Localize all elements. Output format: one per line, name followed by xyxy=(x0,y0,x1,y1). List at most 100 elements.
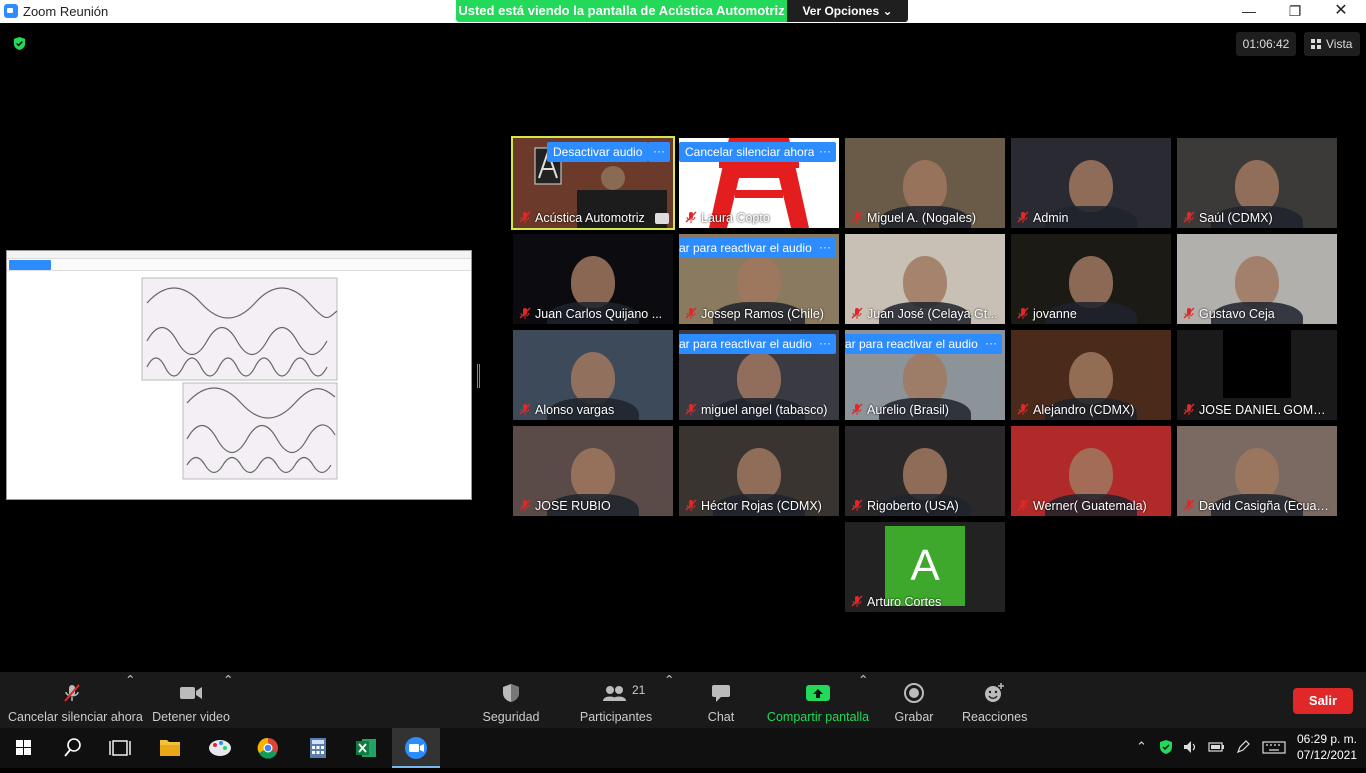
participant-silhouette xyxy=(737,448,781,500)
start-button[interactable] xyxy=(0,728,48,768)
participant-name: Alonso vargas xyxy=(535,403,615,417)
participant-tile-laura-copto[interactable]: Cancelar silenciar ahora ··· Laura Copto xyxy=(679,138,839,228)
chrome-taskbar-button[interactable] xyxy=(244,728,292,768)
calculator-taskbar-button[interactable] xyxy=(294,728,342,768)
participant-silhouette xyxy=(1235,160,1279,212)
participant-tile-miguel-angel-tabasco[interactable]: ar para reactivar el audio ··· miguel ange… xyxy=(679,330,839,420)
participant-tile-juan-carlos-quijano[interactable]: Juan Carlos Quijano ... xyxy=(513,234,673,324)
tile-audio-action-button[interactable]: ar para reactivar el audio xyxy=(679,334,818,354)
record-label: Grabar xyxy=(894,710,934,724)
reactions-button[interactable]: Reacciones xyxy=(962,672,1027,728)
participant-tile-jossep-ramos-chile[interactable]: ar para reactivar el audio ··· Jossep Ramo… xyxy=(679,234,839,324)
folder-icon xyxy=(160,740,180,756)
paint-taskbar-button[interactable] xyxy=(196,728,244,768)
participant-tile-werner-guatemala[interactable]: Werner( Guatemala) xyxy=(1011,426,1171,516)
window-title: Zoom Reunión xyxy=(23,4,109,19)
video-options-chevron-icon[interactable]: ⌃ xyxy=(223,672,233,687)
record-button[interactable]: Grabar xyxy=(892,672,936,728)
tile-more-options-button[interactable]: ··· xyxy=(980,334,1002,354)
participant-silhouette xyxy=(1069,352,1113,404)
security-button[interactable]: Seguridad xyxy=(480,672,542,728)
tile-more-options-button[interactable]: ··· xyxy=(648,142,670,162)
security-shield-icon xyxy=(503,684,519,702)
show-hidden-icons-chevron-icon[interactable]: ⌃ xyxy=(1136,739,1147,755)
participant-silhouette xyxy=(903,256,947,308)
participant-silhouette xyxy=(1069,256,1113,308)
shared-screen[interactable] xyxy=(6,250,472,500)
search-taskbar-button[interactable] xyxy=(48,728,96,768)
participant-avatar: A xyxy=(885,526,965,606)
participant-tile-gustavo-ceja[interactable]: Gustavo Ceja xyxy=(1177,234,1337,324)
chevron-down-icon: ⌄ xyxy=(882,4,893,18)
share-screen-button[interactable]: Compartir pantalla xyxy=(764,672,872,728)
grid-view-icon xyxy=(1311,39,1321,49)
audio-options-chevron-icon[interactable]: ⌃ xyxy=(125,672,135,687)
participant-tile-acustica-automotriz[interactable]: Desactivar audio ··· Acústica Automotriz xyxy=(511,136,675,230)
participant-tile-jose-daniel-gomez[interactable]: JOSE DANIEL GOMEZ... xyxy=(1177,330,1337,420)
battery-icon[interactable] xyxy=(1207,739,1225,755)
zoom-app-icon xyxy=(4,4,18,18)
view-label: Vista xyxy=(1326,37,1353,51)
participant-tile-jose-rubio[interactable]: JOSE RUBIO xyxy=(513,426,673,516)
participant-name: miguel angel (tabasco) xyxy=(701,403,828,417)
tile-more-options-button[interactable]: ··· xyxy=(814,142,836,162)
participant-tile-alonso-vargas[interactable]: Alonso vargas xyxy=(513,330,673,420)
participant-tile-hector-rojas-cdmx[interactable]: Héctor Rojas (CDMX) xyxy=(679,426,839,516)
muted-mic-icon xyxy=(64,684,80,702)
participant-name: Héctor Rojas (CDMX) xyxy=(701,499,822,513)
participant-tile-arturo-cortes[interactable]: A Arturo Cortes xyxy=(845,522,1005,612)
share-banner-message: Usted está viendo la pantalla de Acústic… xyxy=(456,0,787,22)
calculator-icon xyxy=(310,738,326,758)
share-options-chevron-icon[interactable]: ⌃ xyxy=(858,672,868,687)
windows-logo-icon xyxy=(16,740,31,755)
chat-button[interactable]: Chat xyxy=(700,672,742,728)
leave-meeting-button[interactable]: Salir xyxy=(1293,688,1353,714)
tile-audio-action-button[interactable]: ar para reactivar el audio xyxy=(679,238,818,258)
participant-tile-jovanne[interactable]: jovanne xyxy=(1011,234,1171,324)
participant-tile-alejandro-cdmx[interactable]: Alejandro (CDMX) xyxy=(1011,330,1171,420)
task-view-button[interactable] xyxy=(96,728,144,768)
share-banner: Usted está viendo la pantalla de Acústic… xyxy=(456,0,908,22)
zoom-taskbar-button[interactable] xyxy=(392,728,440,768)
participant-name: Acústica Automotriz xyxy=(535,211,645,225)
participant-tile-miguel-a-nogales[interactable]: Miguel A. (Nogales) xyxy=(845,138,1005,228)
participant-silhouette xyxy=(1235,256,1279,308)
tile-audio-action-button[interactable]: Desactivar audio xyxy=(547,142,649,162)
defender-shield-icon[interactable] xyxy=(1159,739,1173,755)
tile-audio-action-button[interactable]: Cancelar silenciar ahora xyxy=(679,142,821,162)
stop-video-button[interactable]: Detener video xyxy=(148,672,234,728)
view-options-button[interactable]: Ver Opciones ⌄ xyxy=(787,0,908,22)
panel-splitter-handle[interactable] xyxy=(477,364,480,388)
tile-audio-action-button[interactable]: ar para reactivar el audio xyxy=(845,334,984,354)
paint-palette-icon xyxy=(209,740,231,756)
volume-icon[interactable] xyxy=(1182,739,1198,755)
system-clock[interactable]: 06:29 p. m. 07/12/2021 xyxy=(1292,731,1362,763)
touch-keyboard-icon[interactable] xyxy=(1262,739,1286,755)
share-screen-icon xyxy=(806,685,830,701)
participant-tile-aurelio-brasil[interactable]: ar para reactivar el audio ··· Aurelio (Br… xyxy=(845,330,1005,420)
tile-more-options-button[interactable]: ··· xyxy=(814,334,836,354)
participant-video-off xyxy=(1223,330,1291,398)
excel-taskbar-button[interactable] xyxy=(342,728,390,768)
unmute-button[interactable]: Cancelar silenciar ahora xyxy=(8,672,143,728)
minimize-button[interactable]: — xyxy=(1226,0,1272,23)
clock-date: 07/12/2021 xyxy=(1296,748,1358,762)
participant-tile-saul-cdmx[interactable]: Saúl (CDMX) xyxy=(1177,138,1337,228)
close-button[interactable]: ✕ xyxy=(1318,0,1364,23)
participant-tile-david-casigna-ecuad[interactable]: David Casigña (Ecuad... xyxy=(1177,426,1337,516)
participant-silhouette xyxy=(571,448,615,500)
pen-icon[interactable] xyxy=(1235,739,1251,755)
encryption-shield-icon[interactable] xyxy=(12,36,27,51)
task-view-icon xyxy=(109,740,131,756)
participant-silhouette xyxy=(1069,448,1113,500)
participants-button[interactable]: 21 Participantes xyxy=(578,672,654,728)
participant-tile-juan-jose-celaya-gt[interactable]: Juan José (Celaya Gt... xyxy=(845,234,1005,324)
file-explorer-taskbar-button[interactable] xyxy=(146,728,194,768)
participant-tile-rigoberto-usa[interactable]: Rigoberto (USA) xyxy=(845,426,1005,516)
participants-options-chevron-icon[interactable]: ⌃ xyxy=(664,672,674,687)
participant-name: Jossep Ramos (Chile) xyxy=(701,307,824,321)
view-button[interactable]: Vista xyxy=(1304,32,1360,56)
participant-tile-admin[interactable]: Admin xyxy=(1011,138,1171,228)
tile-more-options-button[interactable]: ··· xyxy=(814,238,836,258)
restore-button[interactable]: ❐ xyxy=(1272,0,1318,23)
